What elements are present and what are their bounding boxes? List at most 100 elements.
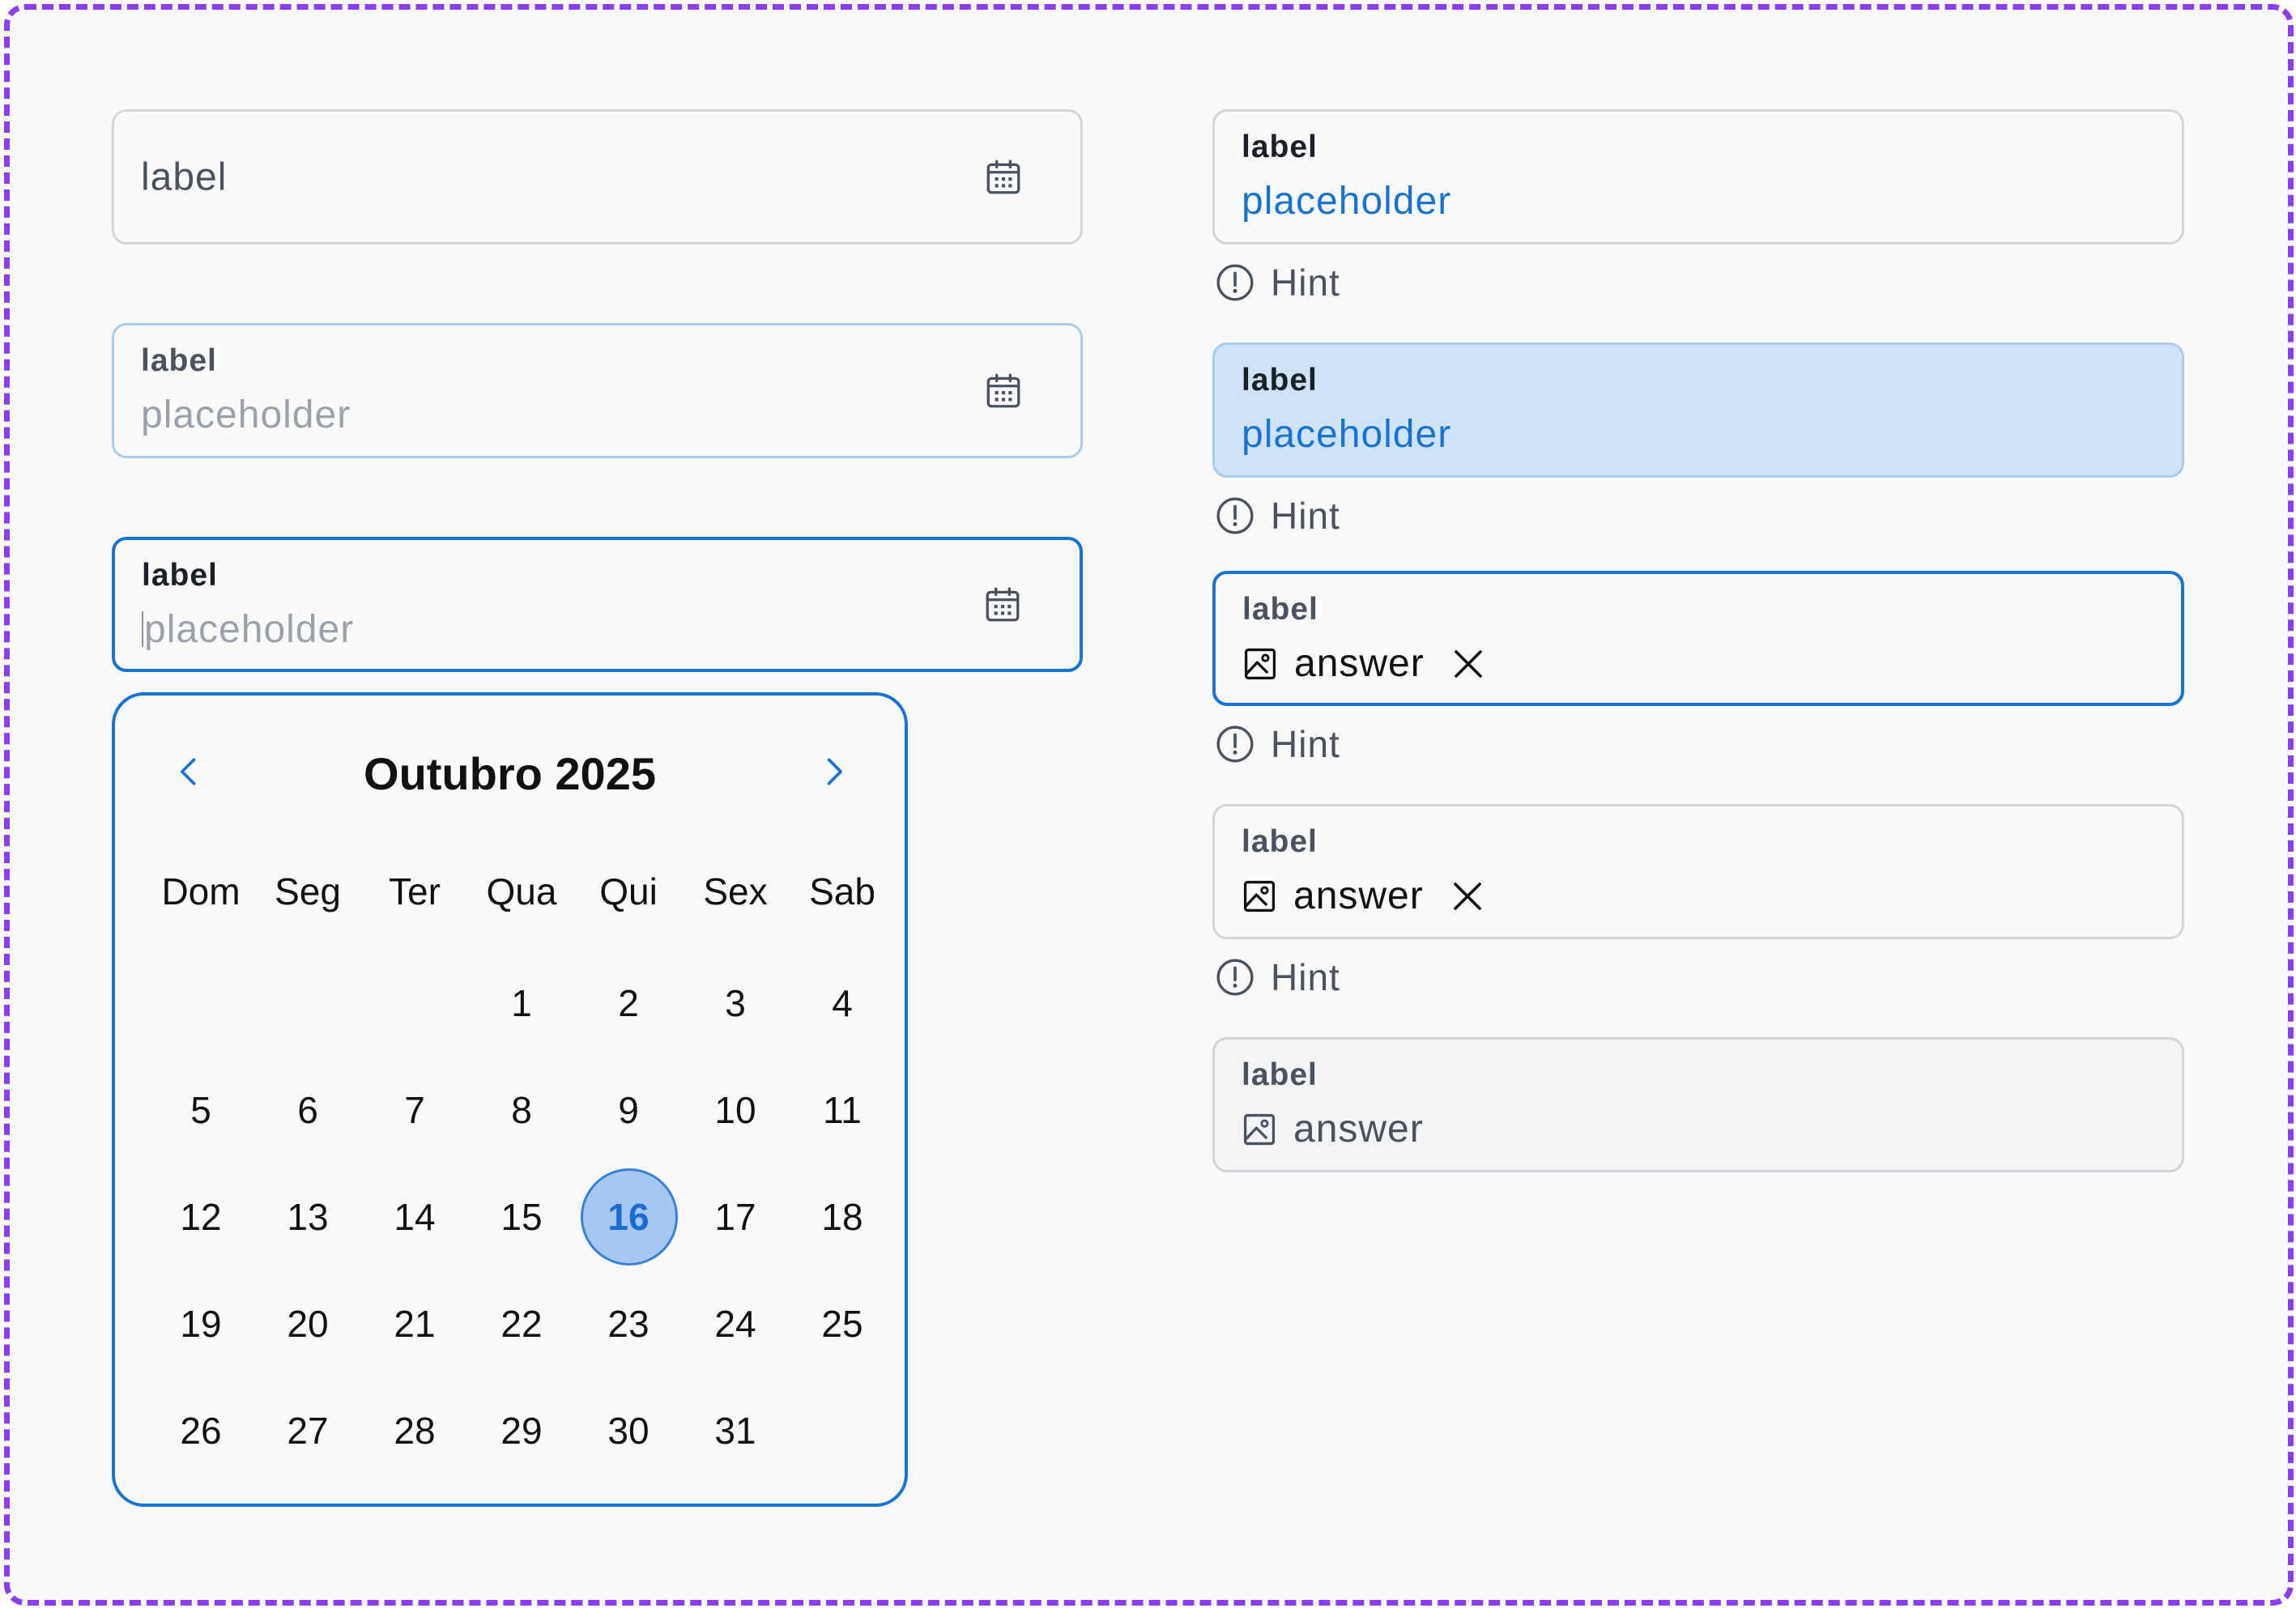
- weekday-label: Dom: [161, 870, 241, 912]
- answer-row: answer: [1242, 874, 1484, 918]
- hint-text: Hint: [1215, 722, 1340, 766]
- calendar-day[interactable]: 6: [254, 1061, 361, 1159]
- date-field-focused[interactable]: label placeholder: [112, 537, 1083, 672]
- text-field-selected[interactable]: label placeholder: [1212, 342, 2184, 478]
- calendar-day-selected[interactable]: 16: [575, 1168, 682, 1266]
- calendar-popover: Outubro 2025 Dom Seg Ter Qua Qui Sex Sab…: [112, 692, 908, 1507]
- text-field-disabled: label answer: [1212, 1037, 2184, 1172]
- text-field-placeholder: placeholder: [1242, 180, 1452, 223]
- calendar-day[interactable]: 23: [575, 1275, 682, 1372]
- alert-circle-icon: [1215, 724, 1255, 764]
- hint-label: Hint: [1271, 723, 1340, 765]
- text-field-focused[interactable]: label answer: [1212, 571, 2184, 706]
- answer-row: answer: [1242, 641, 1485, 686]
- answer-text: answer: [1293, 874, 1424, 917]
- calendar-day[interactable]: 13: [254, 1168, 361, 1266]
- calendar-day[interactable]: 4: [789, 955, 896, 1052]
- text-field-label: label: [1242, 592, 1318, 627]
- calendar-day[interactable]: 22: [468, 1275, 575, 1372]
- calendar-day[interactable]: 1: [468, 955, 575, 1052]
- calendar-week-row: 1 2 3 4: [147, 955, 896, 1052]
- calendar-day[interactable]: 12: [147, 1168, 254, 1266]
- text-field-default[interactable]: label placeholder: [1212, 109, 2184, 245]
- calendar-day[interactable]: 3: [682, 955, 789, 1052]
- text-field-label: label: [1242, 130, 1318, 164]
- answer-text: answer: [1293, 1108, 1424, 1151]
- weekday-label: Seg: [275, 870, 341, 912]
- calendar-empty-cell: [789, 1382, 896, 1479]
- image-icon: [1242, 1112, 1277, 1147]
- calendar-day[interactable]: 17: [682, 1168, 789, 1266]
- calendar-day[interactable]: 26: [147, 1382, 254, 1479]
- weekday-label: Qua: [486, 870, 557, 912]
- calendar-empty-cell: [361, 955, 468, 1052]
- calendar-day[interactable]: 2: [575, 955, 682, 1052]
- calendar-month-title: Outubro 2025: [364, 748, 656, 799]
- calendar-day[interactable]: 8: [468, 1061, 575, 1159]
- hint-label: Hint: [1271, 495, 1340, 537]
- image-icon: [1242, 878, 1277, 914]
- calendar-day[interactable]: 28: [361, 1382, 468, 1479]
- date-field-label: label: [141, 155, 228, 198]
- calendar-day[interactable]: 25: [789, 1275, 896, 1372]
- alert-circle-icon: [1215, 496, 1255, 536]
- calendar-day[interactable]: 9: [575, 1061, 682, 1159]
- alert-circle-icon: [1215, 957, 1255, 998]
- close-icon[interactable]: [1452, 648, 1485, 680]
- calendar-day[interactable]: 20: [254, 1275, 361, 1372]
- date-field-label: label: [142, 558, 218, 593]
- chevron-right-icon[interactable]: [816, 754, 851, 789]
- answer-text: answer: [1294, 642, 1425, 685]
- calendar-empty-cell: [254, 955, 361, 1052]
- date-field-default[interactable]: label: [112, 109, 1083, 245]
- weekday-label: Sex: [703, 870, 768, 912]
- calendar-day[interactable]: 19: [147, 1275, 254, 1372]
- hint-text: Hint: [1215, 494, 1340, 538]
- calendar-week-row: 5 6 7 8 9 10 11: [147, 1061, 896, 1159]
- calendar-day[interactable]: 15: [468, 1168, 575, 1266]
- date-field-placeholder: placeholder: [141, 393, 351, 436]
- hint-text: Hint: [1215, 261, 1340, 304]
- hint-label: Hint: [1271, 262, 1340, 304]
- calendar-icon[interactable]: [982, 584, 1023, 626]
- calendar-day[interactable]: 14: [361, 1168, 468, 1266]
- date-field-placeholder: placeholder: [144, 608, 355, 651]
- close-icon[interactable]: [1451, 880, 1484, 912]
- calendar-week-row: 12 13 14 15 16 17 18: [147, 1168, 896, 1266]
- calendar-icon[interactable]: [983, 156, 1024, 198]
- text-field-label: label: [1242, 1057, 1318, 1092]
- selected-day-number: 16: [607, 1196, 650, 1238]
- calendar-day[interactable]: 30: [575, 1382, 682, 1479]
- calendar-empty-cell: [147, 955, 254, 1052]
- image-icon: [1242, 646, 1278, 682]
- calendar-day[interactable]: 27: [254, 1382, 361, 1479]
- weekday-label: Qui: [599, 870, 658, 912]
- calendar-day[interactable]: 29: [468, 1382, 575, 1479]
- text-field-label: label: [1242, 824, 1318, 859]
- calendar-day[interactable]: 24: [682, 1275, 789, 1372]
- calendar-day[interactable]: 18: [789, 1168, 896, 1266]
- calendar-day[interactable]: 11: [789, 1061, 896, 1159]
- date-field-hover[interactable]: label placeholder: [112, 323, 1083, 458]
- calendar-week-row: 26 27 28 29 30 31: [147, 1382, 896, 1479]
- calendar-day[interactable]: 5: [147, 1061, 254, 1159]
- text-field-label: label: [1242, 363, 1318, 398]
- text-field-placeholder: placeholder: [1242, 413, 1452, 456]
- calendar-icon[interactable]: [983, 370, 1024, 412]
- hint-label: Hint: [1271, 956, 1340, 998]
- calendar-day[interactable]: 21: [361, 1275, 468, 1372]
- alert-circle-icon: [1215, 262, 1255, 303]
- date-field-label: label: [141, 343, 217, 378]
- weekday-label: Ter: [389, 870, 441, 912]
- hint-text: Hint: [1215, 955, 1340, 999]
- calendar-day[interactable]: 10: [682, 1061, 789, 1159]
- answer-row: answer: [1242, 1107, 1424, 1151]
- date-field-input[interactable]: placeholder: [142, 607, 354, 652]
- calendar-weekday-row: Dom Seg Ter Qua Qui Sex Sab: [147, 870, 896, 913]
- calendar-week-row: 19 20 21 22 23 24 25: [147, 1275, 896, 1372]
- calendar-day[interactable]: 7: [361, 1061, 468, 1159]
- text-field-filled[interactable]: label answer: [1212, 804, 2184, 939]
- calendar-day[interactable]: 31: [682, 1382, 789, 1479]
- text-cursor: [142, 611, 143, 647]
- weekday-label: Sab: [809, 870, 875, 912]
